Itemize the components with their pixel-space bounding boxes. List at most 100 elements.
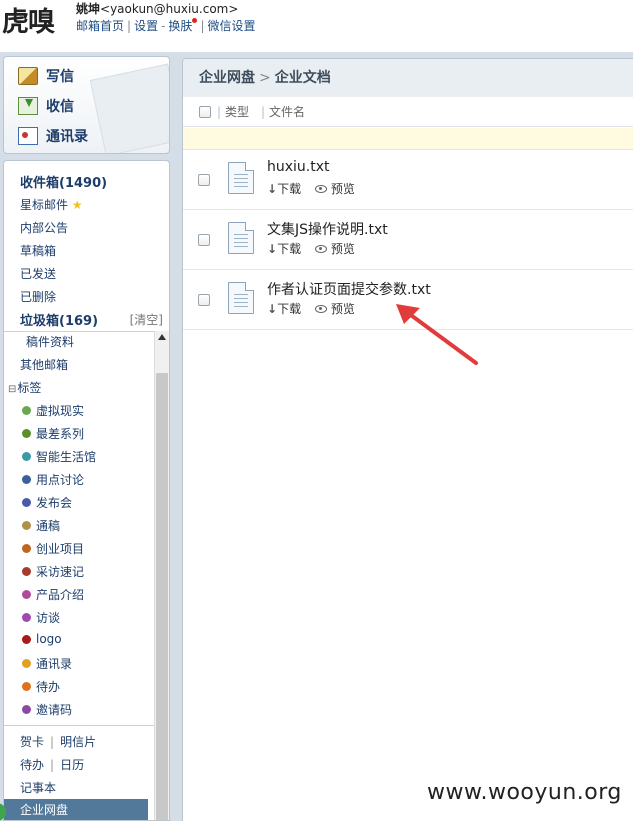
tag-color-dot-icon (22, 682, 31, 691)
tag-item[interactable]: logo (22, 632, 62, 646)
folder-starred-label: 星标邮件 (20, 198, 69, 212)
tag-color-dot-icon (22, 521, 31, 530)
file-checkbox[interactable] (198, 294, 210, 306)
file-row[interactable]: 作者认证页面提交参数.txt ↓下载 预览 (183, 270, 633, 330)
download-label: 下载 (277, 182, 302, 196)
todo-link[interactable]: 待办 (20, 758, 44, 772)
tag-color-dot-icon (22, 475, 31, 484)
tag-item[interactable]: 创业项目 (22, 540, 84, 557)
tag-item[interactable]: 最差系列 (22, 425, 84, 442)
tag-label: 用点讨论 (36, 473, 85, 487)
calendar-link[interactable]: 日历 (60, 758, 84, 772)
top-nav: 邮箱首页 | 设置 - 换肤 | 微信设置 (76, 17, 256, 34)
file-name[interactable]: 作者认证页面提交参数.txt (267, 279, 431, 299)
tag-color-dot-icon (22, 544, 31, 553)
nav-skin-link[interactable]: 换肤 (168, 19, 192, 33)
folder-inbox[interactable]: 收件箱(1490) (20, 172, 107, 191)
download-label: 下载 (277, 302, 302, 316)
user-email: <yaokun@huxiu.com> (100, 2, 239, 16)
file-checkbox[interactable] (198, 234, 210, 246)
compose-panel: 写信 收信 通讯录 (3, 56, 170, 154)
breadcrumb-current: 企业文档 (274, 70, 331, 86)
tag-item[interactable]: 用点讨论 (22, 471, 84, 488)
tag-color-dot-icon (22, 634, 31, 644)
greeting-card-link[interactable]: 贺卡 (20, 735, 44, 749)
tag-label: 智能生活馆 (36, 450, 97, 464)
folder-starred[interactable]: 星标邮件 ★ (20, 196, 83, 213)
tag-item[interactable]: 访谈 (22, 609, 60, 626)
folder-drafts[interactable]: 草稿箱 (20, 242, 56, 259)
file-row[interactable]: huxiu.txt ↓下载 预览 (183, 150, 633, 210)
receive-mail-button[interactable]: 收信 (18, 94, 74, 118)
download-button[interactable]: ↓下载 (267, 302, 301, 316)
preview-button[interactable]: 预览 (314, 242, 355, 256)
tag-item[interactable]: 通讯录 (22, 655, 72, 672)
folder-sent[interactable]: 已发送 (20, 265, 56, 282)
preview-button[interactable]: 预览 (314, 182, 355, 196)
divider (4, 725, 154, 726)
tag-label: 访谈 (36, 611, 61, 625)
breadcrumb-root[interactable]: 企业网盘 (199, 70, 255, 86)
file-checkbox[interactable] (198, 174, 210, 186)
select-all-checkbox[interactable] (199, 106, 211, 118)
preview-button[interactable]: 预览 (314, 302, 355, 316)
main-area: 企业网盘 > 企业文档 | 类型 | 文件名 huxiu.txt ↓下载 预览 文集JS… (175, 52, 633, 821)
text-file-icon (228, 162, 254, 194)
tag-label: 虚拟现实 (36, 404, 85, 418)
eye-icon (314, 245, 327, 253)
write-mail-label: 写信 (46, 69, 74, 85)
file-row[interactable]: 文集JS操作说明.txt ↓下载 预览 (183, 210, 633, 270)
eye-icon (314, 305, 327, 313)
file-actions: ↓下载 预览 (267, 180, 365, 197)
column-filename[interactable]: | 文件名 (261, 97, 305, 127)
tag-item[interactable]: 采访速记 (22, 563, 84, 580)
notes-link[interactable]: 记事本 (20, 779, 56, 796)
scroll-up-arrow-icon[interactable] (158, 334, 166, 340)
write-mail-button[interactable]: 写信 (18, 64, 74, 88)
contacts-button[interactable]: 通讯录 (18, 124, 88, 148)
preview-label: 预览 (330, 182, 355, 196)
column-filename-label: 文件名 (269, 105, 306, 119)
tag-item[interactable]: 虚拟现实 (22, 402, 84, 419)
download-arrow-icon (18, 97, 38, 115)
tag-color-dot-icon (22, 429, 31, 438)
nav-mail-home-link[interactable]: 邮箱首页 (76, 19, 124, 33)
file-actions: ↓下载 预览 (267, 300, 365, 317)
tag-item[interactable]: 产品介绍 (22, 586, 84, 603)
tag-label: 通稿 (36, 519, 61, 533)
folder-attachments[interactable]: 稿件资料 (26, 333, 74, 350)
nav-settings-link[interactable]: 设置 (134, 19, 158, 33)
download-button[interactable]: ↓下载 (267, 242, 301, 256)
column-header: | 类型 | 文件名 (183, 97, 633, 127)
breadcrumb: 企业网盘 > 企业文档 (183, 59, 633, 97)
sidebar-scrollbar[interactable] (154, 331, 169, 820)
file-name[interactable]: huxiu.txt (267, 159, 330, 175)
download-arrow-icon: ↓ (267, 182, 278, 196)
tag-item[interactable]: 邀请码 (22, 701, 72, 718)
folder-deleted[interactable]: 已删除 (20, 288, 56, 305)
clear-trash-link[interactable]: [清空] (130, 311, 163, 328)
file-name[interactable]: 文集JS操作说明.txt (267, 219, 388, 239)
new-dot-icon (192, 18, 198, 23)
scrollbar-thumb[interactable] (156, 373, 168, 820)
tag-label: 产品介绍 (36, 588, 85, 602)
folder-internal-notice[interactable]: 内部公告 (20, 219, 68, 236)
tag-item[interactable]: 待办 (22, 678, 60, 695)
column-separator: | (261, 105, 266, 119)
preview-label: 预览 (330, 302, 355, 316)
folder-trash[interactable]: 垃圾箱(169) (20, 310, 98, 329)
enterprise-netdisk-link[interactable]: 企业网盘 (4, 799, 148, 820)
folder-other-mailboxes[interactable]: 其他邮箱 (20, 356, 68, 373)
column-type[interactable]: | 类型 (217, 97, 249, 127)
tag-label: 邀请码 (36, 703, 73, 717)
nav-wechat-settings-link[interactable]: 微信设置 (207, 19, 255, 33)
tag-item[interactable]: 智能生活馆 (22, 448, 96, 465)
tag-color-dot-icon (22, 498, 31, 507)
tags-header[interactable]: ⊟标签 (8, 379, 41, 396)
postcard-link[interactable]: 明信片 (60, 735, 96, 749)
tag-item[interactable]: 通稿 (22, 517, 60, 534)
download-button[interactable]: ↓下载 (267, 182, 301, 196)
user-info: 姚坤<yaokun@huxiu.com> (76, 0, 238, 17)
top-header: 虎嗅 姚坤<yaokun@huxiu.com> 邮箱首页 | 设置 - 换肤 | 微信设置 (0, 0, 633, 52)
tag-item[interactable]: 发布会 (22, 494, 72, 511)
